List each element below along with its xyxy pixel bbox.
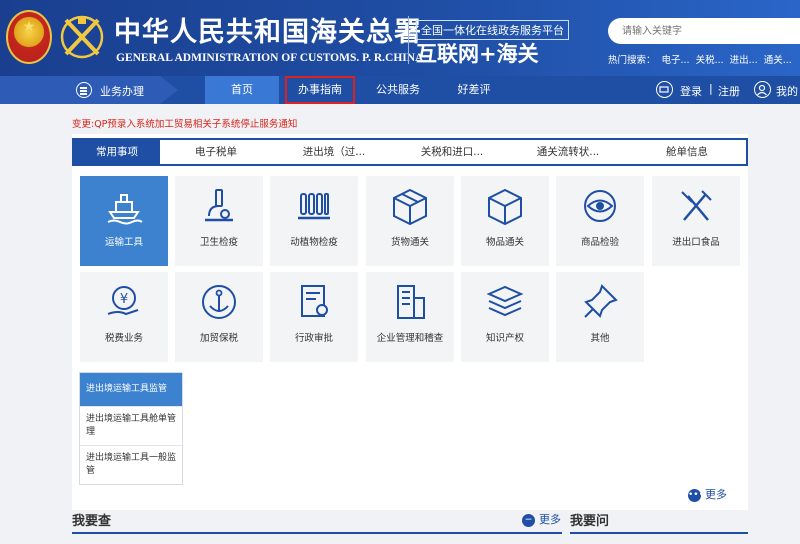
platform-badge: 全国一体化在线政务服务平台	[416, 20, 569, 40]
submenu-item[interactable]: 进出境运输工具舱单管理	[80, 406, 182, 445]
national-emblem-icon: ★	[6, 10, 52, 64]
tile-transport[interactable]: 运输工具	[80, 176, 168, 266]
nav-item-guide[interactable]: 办事指南	[285, 76, 355, 104]
more-label: 更多	[539, 513, 561, 526]
stack-icon	[486, 285, 524, 317]
tile-other[interactable]: 其他	[556, 272, 644, 362]
tile-bonded[interactable]: 加贸保税	[175, 272, 263, 362]
brand-subtitle: 互联网+海关	[416, 42, 539, 66]
tile-label: 商品检验	[580, 237, 619, 248]
register-link[interactable]: 注册	[718, 83, 740, 111]
tile-tax[interactable]: ¥ 税费业务	[80, 272, 168, 362]
document-stamp-icon	[301, 285, 328, 317]
search-input[interactable]	[608, 18, 800, 44]
section-title-ask: 我要问	[570, 514, 610, 529]
submenu-item[interactable]: 进出境运输工具一般监管	[80, 445, 182, 484]
tile-label: 知识产权	[485, 333, 524, 344]
nav-item-home[interactable]: 首页	[205, 76, 279, 104]
hot-search-link[interactable]: 电子...	[662, 55, 690, 66]
tile-label: 进出口食品	[672, 237, 720, 248]
submenu-item[interactable]: 进出境运输工具监管	[80, 373, 182, 406]
ship-icon	[107, 194, 143, 225]
tab-common[interactable]: 常用事项	[74, 140, 160, 164]
menu-icon	[76, 82, 92, 98]
svg-text:¥: ¥	[120, 292, 128, 307]
tile-commodity-inspection[interactable]: 商品检验	[556, 176, 644, 266]
tile-label: 税费业务	[104, 333, 143, 344]
customs-logo-icon	[60, 15, 104, 59]
tile-label: 动植物检疫	[290, 237, 338, 248]
more-button[interactable]: •••更多	[688, 486, 727, 502]
nav-notch	[160, 76, 178, 104]
service-panel: 常用事项 电子税单 进出境（过... 关税和进口... 通关流转状... 舱单信…	[72, 134, 748, 510]
tile-label: 货物通关	[390, 237, 429, 248]
tile-label: 卫生检疫	[199, 237, 238, 248]
section-underline	[72, 532, 562, 534]
business-menu-button[interactable]: 业务办理	[0, 76, 160, 104]
hot-search-link[interactable]: 通关...	[764, 55, 792, 66]
tab-e-tax[interactable]: 电子税单	[170, 140, 262, 164]
tile-label: 行政审批	[294, 333, 333, 344]
tile-animal-plant-quarantine[interactable]: 动植物检疫	[270, 176, 358, 266]
chat-icon[interactable]	[656, 81, 673, 98]
section-underline	[570, 532, 748, 534]
section-title-query: 我要查	[72, 514, 112, 529]
site-title-en: GENERAL ADMINISTRATION OF CUSTOMS. P. R.…	[116, 52, 424, 64]
login-link[interactable]: 登录	[680, 83, 702, 111]
tile-article-clearance[interactable]: 物品通关	[461, 176, 549, 266]
transport-submenu: 进出境运输工具监管 进出境运输工具舱单管理 进出境运输工具一般监管	[79, 372, 183, 485]
tile-ip[interactable]: 知识产权	[461, 272, 549, 362]
nav-item-public-service[interactable]: 公共服务	[365, 76, 431, 104]
search-box[interactable]	[608, 18, 800, 44]
tile-label: 加贸保税	[199, 333, 238, 344]
utensils-icon	[681, 190, 712, 221]
tile-admin-approval[interactable]: 行政审批	[270, 272, 358, 362]
tab-manifest[interactable]: 舱单信息	[632, 140, 742, 164]
hot-search-label: 热门搜索：	[608, 55, 656, 66]
tile-enterprise[interactable]: 企业管理和稽查	[366, 272, 454, 362]
hot-search-link[interactable]: 进出...	[730, 55, 758, 66]
my-account-link[interactable]: 我的	[776, 83, 798, 111]
tile-label: 物品通关	[485, 237, 524, 248]
tab-tariff[interactable]: 关税和进口...	[400, 140, 504, 164]
nav-item-rating[interactable]: 好差评	[443, 76, 505, 104]
tile-label: 其他	[590, 333, 610, 344]
query-more-button[interactable]: − 更多	[522, 511, 561, 527]
more-icon: •••	[688, 488, 704, 502]
site-title[interactable]: 中华人民共和国海关总署	[114, 10, 422, 49]
header-divider	[408, 16, 409, 64]
building-icon	[397, 285, 425, 319]
tile-label: 运输工具	[104, 237, 143, 248]
hot-search: 热门搜索： 电子... 关税... 进出... 通关...	[608, 52, 798, 66]
box-icon	[393, 188, 427, 226]
business-menu-label: 业务办理	[100, 85, 144, 98]
microscope-icon	[205, 189, 233, 222]
more-icon: −	[522, 513, 535, 527]
tab-transit[interactable]: 进出境（过...	[284, 140, 384, 164]
main-nav: 业务办理 首页 办事指南 公共服务 好差评 登录 | 注册 我的	[0, 76, 800, 104]
user-icon[interactable]	[754, 81, 771, 98]
eye-icon	[584, 190, 616, 222]
service-tabs: 常用事项 电子税单 进出境（过... 关税和进口... 通关流转状... 舱单信…	[72, 138, 748, 166]
tab-clearance-status[interactable]: 通关流转状...	[516, 140, 620, 164]
notice-link[interactable]: 变更:QP预录入系统加工贸易相关子系统停止服务通知	[72, 116, 297, 130]
tile-goods-clearance[interactable]: 货物通关	[366, 176, 454, 266]
tile-label: 企业管理和稽查	[376, 333, 444, 344]
tile-health-quarantine[interactable]: 卫生检疫	[175, 176, 263, 266]
pin-icon	[584, 284, 618, 318]
tile-food[interactable]: 进出口食品	[652, 176, 740, 266]
site-header: ★ 中华人民共和国海关总署 GENERAL ADMINISTRATION OF …	[0, 0, 800, 76]
anchor-icon	[202, 285, 236, 319]
cube-icon	[488, 188, 522, 226]
more-label: 更多	[705, 488, 727, 501]
hot-search-link[interactable]: 关税...	[696, 55, 724, 66]
test-tubes-icon	[298, 193, 330, 220]
nav-separator: |	[709, 82, 713, 95]
yen-hand-icon: ¥	[107, 286, 139, 316]
